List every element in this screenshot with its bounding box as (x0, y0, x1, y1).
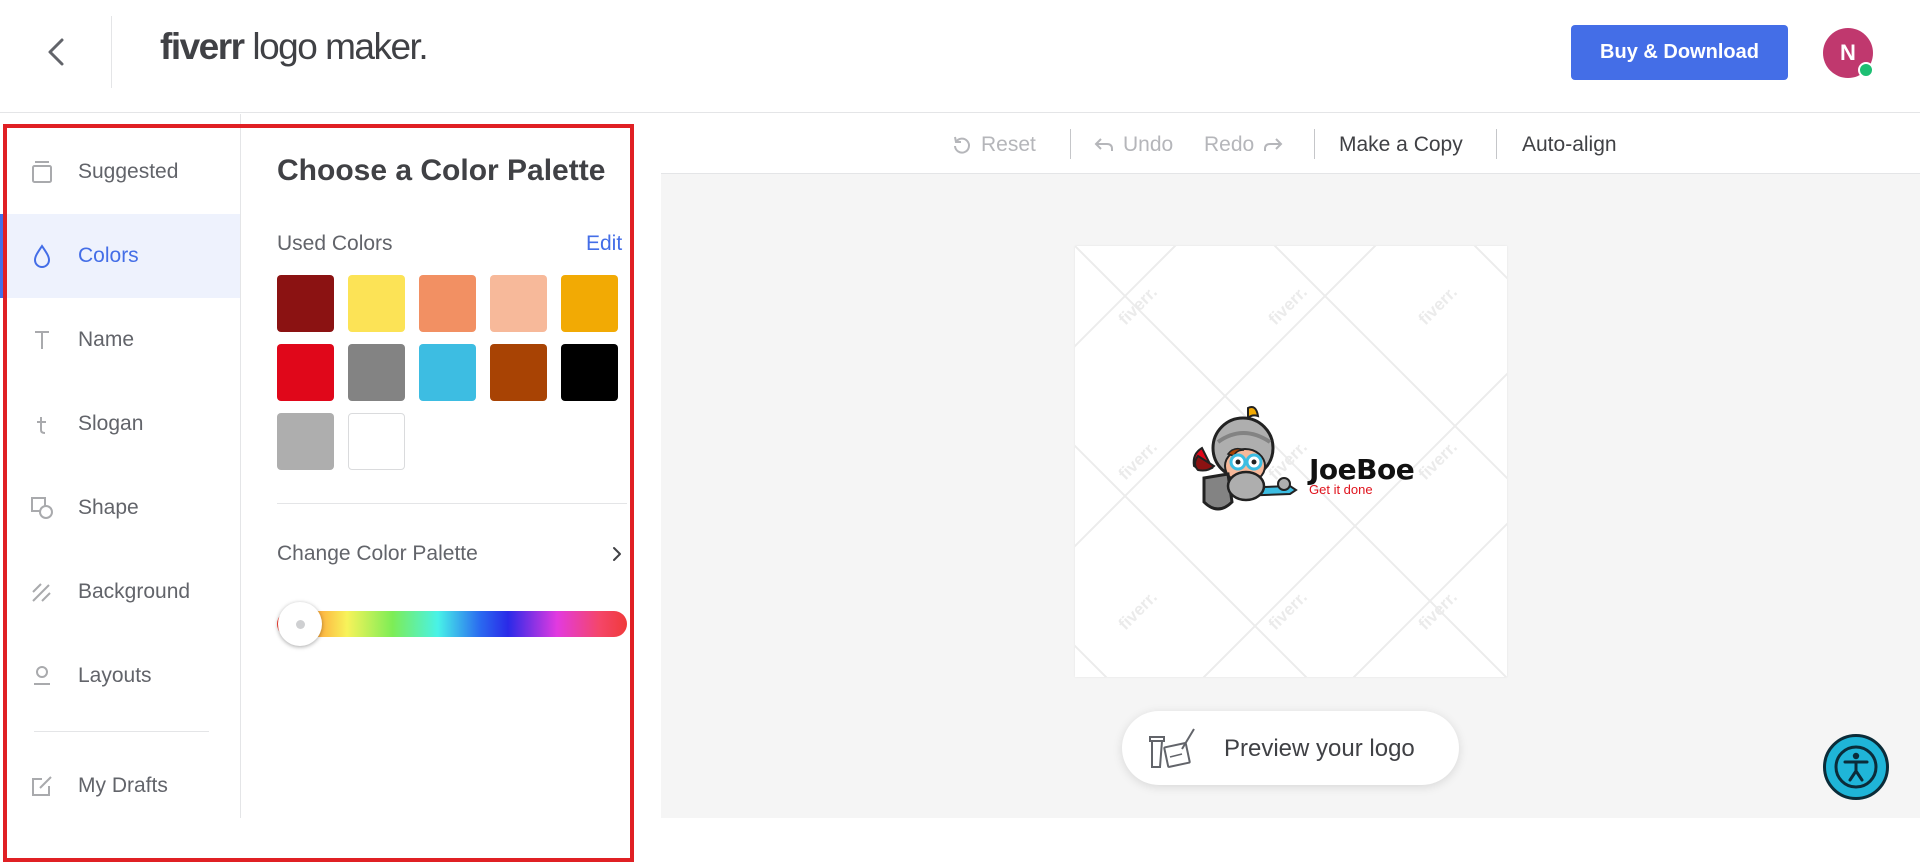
color-swatch[interactable] (348, 275, 405, 332)
brand-logo-maker: logo maker. (243, 26, 428, 67)
accessibility-icon (1834, 745, 1878, 789)
change-color-palette-label: Change Color Palette (277, 542, 478, 565)
layouts-icon (34, 666, 50, 685)
preview-items-icon (1149, 728, 1195, 768)
undo-button[interactable]: Undo (1093, 130, 1173, 160)
sidebar-item-colors[interactable]: Colors (0, 214, 240, 298)
chevron-left-icon (48, 38, 64, 66)
used-colors-label: Used Colors (277, 232, 393, 255)
color-swatch[interactable] (561, 344, 618, 401)
text-t-icon (35, 331, 49, 349)
online-status-dot (1858, 62, 1874, 78)
reset-label: Reset (981, 133, 1036, 156)
sidebar-item-label: My Drafts (78, 774, 168, 797)
accessibility-button[interactable] (1823, 734, 1889, 800)
back-button[interactable] (40, 30, 72, 74)
change-color-palette-button[interactable]: Change Color Palette (277, 536, 627, 572)
auto-align-button[interactable]: Auto-align (1522, 130, 1617, 160)
sidebar-item-label: Suggested (78, 160, 179, 183)
sidebar-item-name[interactable]: Name (0, 298, 240, 382)
drafts-icon (32, 776, 52, 796)
panel-title: Choose a Color Palette (277, 154, 606, 187)
editor-sidebar: Suggested Colors Name Slogan Shape Backg… (0, 114, 241, 818)
small-t-icon (37, 417, 46, 434)
buy-and-download-button[interactable]: Buy & Download (1571, 25, 1788, 80)
canvas-footer (661, 818, 1920, 862)
hue-slider-track[interactable] (277, 611, 627, 637)
color-swatch[interactable] (277, 275, 334, 332)
drop-icon (33, 244, 51, 268)
logo-preview-card[interactable]: fiverr. fiverr. fiverr. fiverr. fiverr. … (1075, 246, 1507, 677)
chevron-right-icon (613, 547, 621, 561)
color-swatch[interactable] (490, 275, 547, 332)
sidebar-divider (34, 731, 209, 732)
sidebar-item-layouts[interactable]: Layouts (0, 634, 240, 718)
color-swatch[interactable] (490, 344, 547, 401)
panel-divider (277, 503, 627, 504)
header-divider (111, 16, 112, 88)
preview-your-logo-button[interactable]: Preview your logo (1122, 711, 1459, 785)
color-swatch[interactable] (277, 413, 334, 470)
sidebar-item-label: Colors (78, 244, 139, 267)
sidebar-item-label: Shape (78, 496, 139, 519)
editor-toolbar: Reset Undo Redo Make a Copy Auto-align (661, 114, 1920, 174)
edit-colors-link[interactable]: Edit (586, 232, 622, 256)
undo-icon (1094, 138, 1113, 151)
color-swatch[interactable] (348, 413, 405, 470)
sidebar-item-my-drafts[interactable]: My Drafts (0, 744, 240, 828)
toolbar-divider (1070, 129, 1071, 159)
sidebar-item-background[interactable]: Background (0, 550, 240, 634)
sidebar-item-label: Background (78, 580, 191, 603)
color-palette-panel: Choose a Color Palette Used Colors Edit … (241, 114, 661, 818)
logo-slogan-text[interactable]: Get it done (1309, 482, 1373, 497)
top-header: fiverr logo maker. Buy & Download N (0, 0, 1920, 113)
toolbar-divider (1314, 129, 1315, 159)
redo-icon (1264, 138, 1283, 151)
color-swatch[interactable] (561, 275, 618, 332)
knight-mascot-icon (1192, 406, 1298, 511)
fiverr-logo-maker-logo[interactable]: fiverr logo maker. (160, 26, 429, 68)
sidebar-item-label: Layouts (78, 664, 152, 687)
color-swatch[interactable] (277, 344, 334, 401)
color-swatch[interactable] (419, 344, 476, 401)
reset-button[interactable]: Reset (951, 130, 1036, 160)
sidebar-item-label: Name (78, 328, 135, 351)
make-a-copy-button[interactable]: Make a Copy (1339, 130, 1463, 160)
hue-slider-thumb[interactable] (278, 602, 322, 646)
sidebar-item-suggested[interactable]: Suggested (0, 130, 240, 214)
sidebar-item-shape[interactable]: Shape (0, 466, 240, 550)
brand-fiverr: fiverr (160, 26, 245, 67)
suggested-icon (32, 161, 52, 183)
redo-label: Redo (1204, 133, 1255, 156)
redo-button[interactable]: Redo (1204, 130, 1284, 160)
preview-your-logo-label: Preview your logo (1224, 735, 1415, 762)
background-icon (32, 583, 51, 602)
sidebar-item-label: Slogan (78, 412, 144, 435)
toolbar-divider (1496, 129, 1497, 159)
shape-icon (31, 497, 53, 519)
color-swatch[interactable] (348, 344, 405, 401)
color-swatch[interactable] (419, 275, 476, 332)
sidebar-item-slogan[interactable]: Slogan (0, 382, 240, 466)
reset-icon (954, 136, 970, 154)
undo-label: Undo (1123, 133, 1174, 156)
